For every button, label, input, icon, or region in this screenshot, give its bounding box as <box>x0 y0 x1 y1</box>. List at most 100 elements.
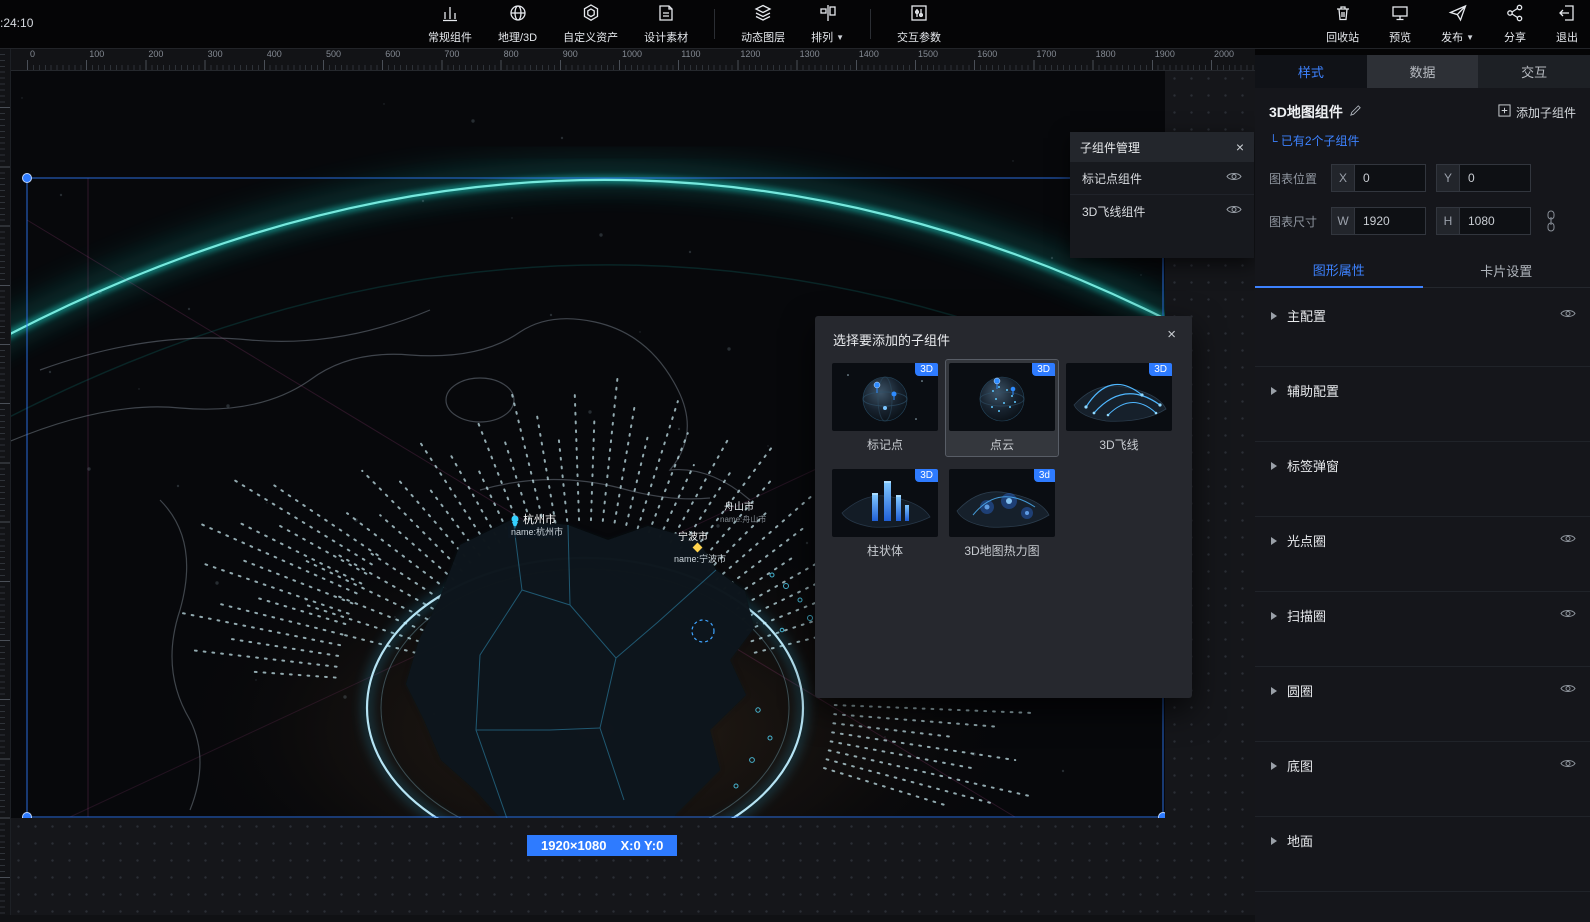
badge-3d: 3D <box>1149 363 1172 376</box>
section-light-circle[interactable]: 光点圈 <box>1255 517 1590 592</box>
toolbar-center-group: 常规组件 地理/3D 自定义资产 设计素材 动态图层 排列▼ 交互参数 <box>428 0 941 48</box>
exit-icon <box>1557 3 1577 26</box>
subtab-graphic-properties[interactable]: 图形属性 <box>1255 253 1423 288</box>
recycle-bin-button[interactable]: 回收站 <box>1326 3 1359 45</box>
section-scan-circle[interactable]: 扫描圈 <box>1255 592 1590 667</box>
w-field: W <box>1331 207 1426 235</box>
card-3d-flyline[interactable]: 3D 3D飞线 <box>1063 360 1175 456</box>
selection-handle-tl[interactable] <box>23 174 32 183</box>
globe-icon <box>508 3 528 26</box>
y-field: Y <box>1436 164 1531 192</box>
hexagon-icon <box>581 3 601 26</box>
publish-button[interactable]: 发布▼ <box>1441 3 1474 45</box>
section-ground[interactable]: 地面 <box>1255 817 1590 892</box>
eye-icon[interactable] <box>1226 171 1242 185</box>
collapse-arrow-icon <box>1271 537 1277 545</box>
marker-tag: name:宁波市 <box>674 553 726 564</box>
tab-style[interactable]: 样式 <box>1255 55 1367 88</box>
section-basemap[interactable]: 底图 <box>1255 742 1590 817</box>
vertical-ruler[interactable] <box>0 48 11 915</box>
tool-design-material[interactable]: 设计素材 <box>644 3 688 45</box>
section-aux-config[interactable]: 辅助配置 <box>1255 367 1590 442</box>
position-label: 图表位置 <box>1269 170 1321 187</box>
tool-dynamic-layers[interactable]: 动态图层 <box>741 3 785 45</box>
collapse-arrow-icon <box>1271 837 1277 845</box>
close-icon[interactable]: × <box>1167 326 1176 343</box>
bar-chart-icon <box>440 3 460 26</box>
tool-arrange[interactable]: 排列▼ <box>811 3 844 45</box>
marker-label: 杭州市 <box>523 512 556 526</box>
tool-interaction-params[interactable]: 交互参数 <box>897 3 941 45</box>
tab-interaction[interactable]: 交互 <box>1478 55 1590 88</box>
chevron-down-icon: ▼ <box>1466 33 1474 42</box>
subcomponent-count[interactable]: └ 已有2个子组件 <box>1269 132 1576 149</box>
marker-tag: name:杭州市 <box>511 526 563 537</box>
marker-label: 宁波市 <box>678 530 708 543</box>
close-icon[interactable]: × <box>1236 140 1244 154</box>
layers-icon <box>753 3 773 26</box>
y-input[interactable] <box>1459 164 1531 192</box>
tab-data[interactable]: 数据 <box>1367 55 1479 88</box>
toolbar-separator <box>714 9 715 39</box>
tool-geo-3d[interactable]: 地理/3D <box>498 3 537 45</box>
edit-pencil-icon[interactable] <box>1349 104 1362 120</box>
collapse-arrow-icon <box>1271 687 1277 695</box>
eye-icon[interactable] <box>1560 606 1576 624</box>
eye-icon[interactable] <box>1560 756 1576 774</box>
eye-icon[interactable] <box>1226 204 1242 218</box>
toolbar-right-group: 回收站 预览 发布▼ 分享 退出 <box>1326 0 1578 48</box>
plus-square-icon <box>1498 104 1511 120</box>
subcomponent-manager-title: 子组件管理 <box>1080 139 1140 156</box>
preview-button[interactable]: 预览 <box>1389 3 1411 45</box>
subcomponent-item-flyline[interactable]: 3D飞线组件 <box>1070 194 1254 227</box>
collapse-arrow-icon <box>1271 762 1277 770</box>
add-subcomponent-button[interactable]: 添加子组件 <box>1498 104 1576 121</box>
monitor-icon <box>1390 3 1410 26</box>
share-button[interactable]: 分享 <box>1504 3 1526 45</box>
property-sections: 主配置 辅助配置 标签弹窗 光点圈 扫描圈 圆圈 底图 <box>1255 292 1590 892</box>
top-toolbar: :24:10 常规组件 地理/3D 自定义资产 设计素材 动态图层 排列▼ <box>0 0 1590 49</box>
height-input[interactable] <box>1459 207 1531 235</box>
eye-icon[interactable] <box>1560 306 1576 324</box>
marker-label: 舟山市 <box>724 500 754 513</box>
collapse-arrow-icon <box>1271 312 1277 320</box>
collapse-arrow-icon <box>1271 612 1277 620</box>
size-label: 图表尺寸 <box>1269 213 1321 230</box>
chart-position-row: 图表位置 X Y <box>1269 164 1576 192</box>
marker-tag: name:舟山市 <box>720 514 766 524</box>
section-label-popup[interactable]: 标签弹窗 <box>1255 442 1590 517</box>
link-ratio-icon[interactable] <box>1545 210 1557 232</box>
badge-3d: 3d <box>1034 469 1055 482</box>
section-main-config[interactable]: 主配置 <box>1255 292 1590 367</box>
subcomponent-card-grid: 3D 标记点 3D 点云 <box>829 360 1181 562</box>
card-column-3d[interactable]: 3D 柱状体 <box>829 466 941 562</box>
eye-icon[interactable] <box>1560 531 1576 549</box>
subcomponent-item-marker[interactable]: 标记点组件 <box>1070 162 1254 194</box>
add-subcomponent-modal: 选择要添加的子组件 × 3D 标记点 <box>815 316 1192 698</box>
subtab-card-settings[interactable]: 卡片设置 <box>1423 253 1590 287</box>
horizontal-ruler[interactable]: 0100200300400500600700800900100011001200… <box>10 48 1255 71</box>
card-3d-heatmap[interactable]: 3d 3D地图热力图 <box>946 466 1058 562</box>
eye-icon[interactable] <box>1560 681 1576 699</box>
marker-hangzhou[interactable]: 杭州市 name:杭州市 <box>508 512 563 538</box>
section-circle[interactable]: 圆圈 <box>1255 667 1590 742</box>
material-icon <box>656 3 676 26</box>
exit-button[interactable]: 退出 <box>1556 3 1578 45</box>
card-marker-point[interactable]: 3D 标记点 <box>829 360 941 456</box>
badge-3d: 3D <box>1032 363 1055 376</box>
inspector-tabs: 样式 数据 交互 <box>1255 55 1590 88</box>
collapse-arrow-icon <box>1271 462 1277 470</box>
card-point-cloud[interactable]: 3D 点云 <box>946 360 1058 456</box>
clock: :24:10 <box>0 16 33 30</box>
sliders-icon <box>909 3 929 26</box>
chart-size-row: 图表尺寸 W H <box>1269 207 1576 235</box>
selection-handle-bl[interactable] <box>23 813 32 819</box>
tool-custom-assets[interactable]: 自定义资产 <box>563 3 618 45</box>
component-title: 3D地图组件 <box>1269 102 1343 122</box>
x-input[interactable] <box>1354 164 1426 192</box>
trash-icon <box>1333 3 1353 26</box>
width-input[interactable] <box>1354 207 1426 235</box>
size-position-badge: 1920×1080 X:0 Y:0 <box>527 835 677 856</box>
tool-common-components[interactable]: 常规组件 <box>428 3 472 45</box>
subcomponent-manager-panel: 子组件管理 × 标记点组件 3D飞线组件 <box>1070 132 1254 258</box>
